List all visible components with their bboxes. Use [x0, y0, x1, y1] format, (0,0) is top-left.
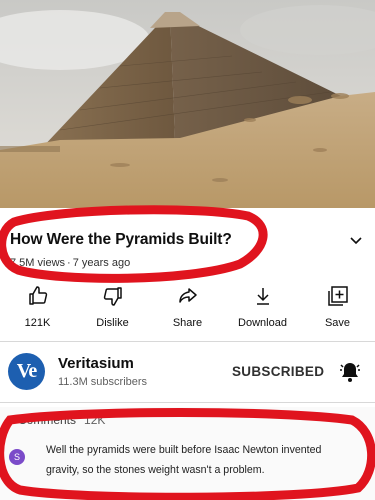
- share-button[interactable]: Share: [150, 282, 225, 334]
- pyramid-image: [0, 0, 375, 208]
- channel-row: Ve Veritasium 11.3M subscribers SUBSCRIB…: [0, 342, 375, 400]
- save-label: Save: [324, 317, 351, 329]
- divider: [0, 402, 375, 403]
- subscribed-button[interactable]: SUBSCRIBED: [232, 364, 324, 379]
- like-button[interactable]: 121K: [0, 282, 75, 334]
- download-button[interactable]: Download: [225, 282, 300, 334]
- save-button[interactable]: Save: [300, 282, 375, 334]
- meta-separator: ·: [67, 257, 71, 269]
- top-comment-text: Well the pyramids were built before Isaa…: [46, 444, 322, 476]
- notification-bell-icon[interactable]: [337, 359, 363, 385]
- subscriber-count: 11.3M subscribers: [58, 376, 148, 388]
- share-icon: [178, 288, 197, 303]
- share-label: Share: [172, 317, 203, 329]
- channel-name[interactable]: Veritasium: [58, 355, 134, 372]
- chevron-up-icon[interactable]: [349, 417, 361, 425]
- dislike-label: Dislike: [96, 317, 129, 329]
- video-player[interactable]: [0, 0, 375, 208]
- commenter-avatar[interactable]: S: [9, 449, 25, 465]
- action-bar: 121K Dislike Share Download Save: [0, 282, 375, 334]
- upload-age: 7 years ago: [72, 257, 131, 269]
- comments-count: 12K: [84, 413, 106, 427]
- view-count: 7.5M views: [10, 257, 66, 269]
- dislike-button[interactable]: Dislike: [75, 282, 150, 334]
- like-count: 121K: [24, 317, 51, 329]
- channel-avatar[interactable]: Ve: [8, 353, 45, 390]
- video-title: How Were the Pyramids Built?: [10, 231, 232, 248]
- comments-header: Comments 12K: [18, 413, 105, 427]
- download-icon: [256, 288, 269, 305]
- comments-label: Comments: [18, 413, 77, 427]
- chevron-down-icon[interactable]: [349, 234, 363, 246]
- download-label: Download: [238, 317, 287, 329]
- video-info[interactable]: How Were the Pyramids Built? 7.5M views ·…: [0, 208, 375, 274]
- save-to-playlist-icon: [327, 286, 348, 306]
- thumbs-down-icon: [103, 287, 122, 306]
- thumbs-up-icon: [28, 286, 47, 305]
- video-meta: 7.5M views · 7 years ago: [10, 257, 130, 269]
- comments-section[interactable]: Comments 12K S Well the pyramids were bui…: [0, 407, 375, 500]
